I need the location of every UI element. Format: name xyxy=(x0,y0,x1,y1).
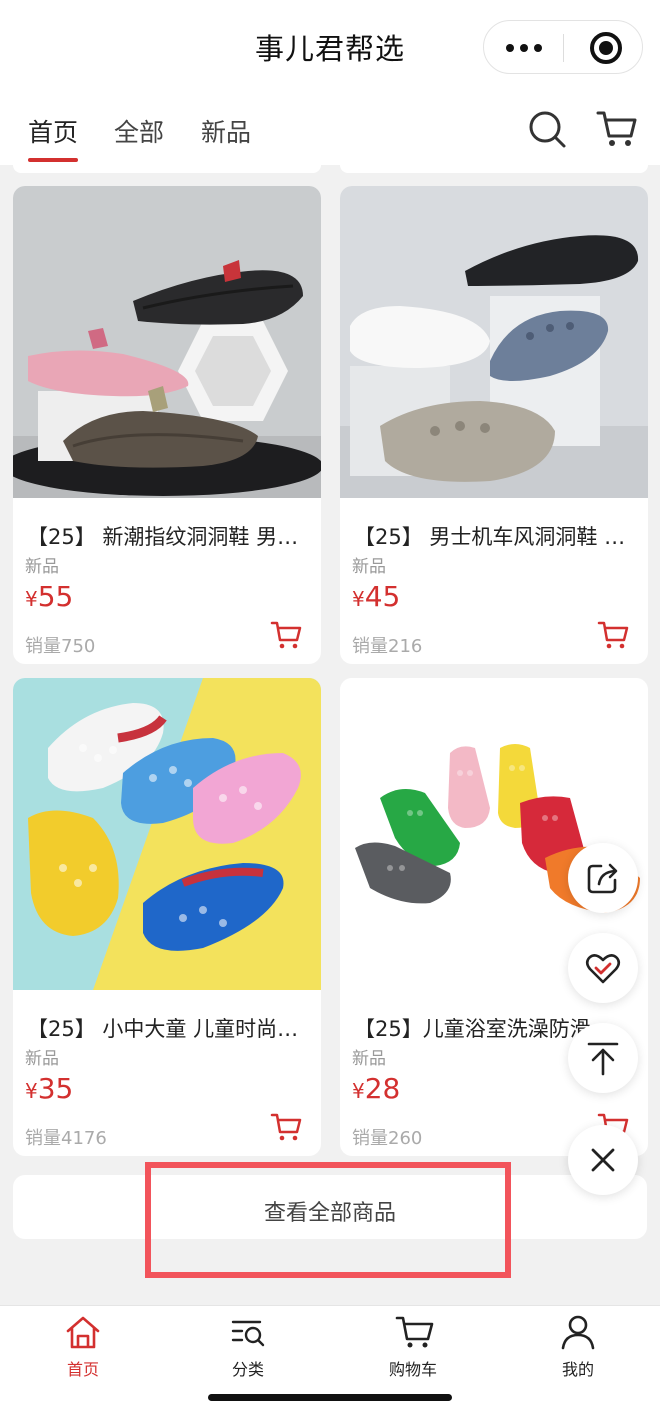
currency-symbol: ¥ xyxy=(25,587,38,611)
home-icon xyxy=(66,1316,100,1349)
sales-count: 销量216 xyxy=(352,636,423,657)
nav-item-profile[interactable]: 我的 xyxy=(518,1306,638,1386)
nav-item-category[interactable]: 分类 xyxy=(188,1306,308,1386)
product-price: ¥28 xyxy=(352,1072,400,1105)
product-price: ¥35 xyxy=(25,1072,73,1105)
price-value: 28 xyxy=(364,1072,401,1105)
product-image[interactable] xyxy=(13,186,321,498)
close-float-button[interactable] xyxy=(568,1125,638,1195)
product-card[interactable]: 【25】 男士机车风洞洞鞋 … 新品 ¥45 销量216 xyxy=(340,186,648,664)
tab-bar: 首页 全部 新品 xyxy=(0,95,660,165)
previous-card-edge xyxy=(13,165,321,173)
cart-icon[interactable] xyxy=(596,109,638,149)
back-to-top-icon xyxy=(587,1042,619,1076)
product-tag: 新品 xyxy=(352,557,386,577)
nav-label-profile: 我的 xyxy=(561,1360,594,1379)
sales-count: 销量750 xyxy=(25,636,96,657)
product-image[interactable] xyxy=(13,678,321,990)
product-name: 【25】 男士机车风洞洞鞋 … xyxy=(354,525,626,549)
sales-count: 销量4176 xyxy=(25,1128,107,1149)
product-price: ¥55 xyxy=(25,580,73,613)
price-value: 35 xyxy=(37,1072,74,1105)
cart-icon xyxy=(395,1316,434,1348)
sales-count: 销量260 xyxy=(352,1128,423,1149)
tab-new[interactable]: 新品 xyxy=(201,113,251,149)
tab-home[interactable]: 首页 xyxy=(28,113,78,149)
nav-item-cart[interactable]: 购物车 xyxy=(353,1306,473,1386)
product-image[interactable] xyxy=(340,186,648,498)
add-to-cart-icon[interactable] xyxy=(270,620,302,650)
product-tag: 新品 xyxy=(352,1049,386,1069)
top-navigation-bar: 事儿君帮选 xyxy=(0,0,660,95)
share-button[interactable] xyxy=(568,843,638,913)
favorite-icon xyxy=(585,954,621,984)
category-icon xyxy=(231,1320,265,1347)
back-to-top-button[interactable] xyxy=(568,1023,638,1093)
product-price: ¥45 xyxy=(352,580,400,613)
product-tag: 新品 xyxy=(25,1049,59,1069)
capsule-menu xyxy=(483,20,643,74)
more-options-icon[interactable] xyxy=(506,44,542,52)
product-name: 【25】 新潮指纹洞洞鞋 男… xyxy=(27,525,299,549)
nav-label-cart: 购物车 xyxy=(388,1360,437,1379)
add-to-cart-icon[interactable] xyxy=(270,1112,302,1142)
nav-label-home: 首页 xyxy=(66,1360,99,1379)
nav-item-home[interactable]: 首页 xyxy=(23,1306,143,1386)
close-icon xyxy=(591,1148,615,1172)
home-indicator xyxy=(208,1394,452,1401)
product-card[interactable]: 【25】 小中大童 儿童时尚… 新品 ¥35 销量4176 xyxy=(13,678,321,1156)
product-card[interactable]: 【25】 新潮指纹洞洞鞋 男… 新品 ¥55 销量750 xyxy=(13,186,321,664)
currency-symbol: ¥ xyxy=(25,1079,38,1103)
capsule-divider xyxy=(563,34,564,62)
price-value: 55 xyxy=(37,580,74,613)
highlight-annotation-box xyxy=(145,1162,511,1278)
favorite-button[interactable] xyxy=(568,933,638,1003)
tab-all[interactable]: 全部 xyxy=(114,113,164,149)
currency-symbol: ¥ xyxy=(352,1079,365,1103)
share-icon xyxy=(587,863,618,894)
profile-icon xyxy=(561,1315,595,1350)
nav-label-category: 分类 xyxy=(231,1360,264,1379)
previous-card-edge xyxy=(340,165,648,173)
product-name: 【25】 小中大童 儿童时尚… xyxy=(27,1017,299,1041)
search-icon[interactable] xyxy=(527,109,567,149)
add-to-cart-icon[interactable] xyxy=(597,620,629,650)
currency-symbol: ¥ xyxy=(352,587,365,611)
price-value: 45 xyxy=(364,580,401,613)
active-tab-indicator xyxy=(28,158,78,162)
close-mini-program-icon[interactable] xyxy=(590,32,622,64)
product-tag: 新品 xyxy=(25,557,59,577)
